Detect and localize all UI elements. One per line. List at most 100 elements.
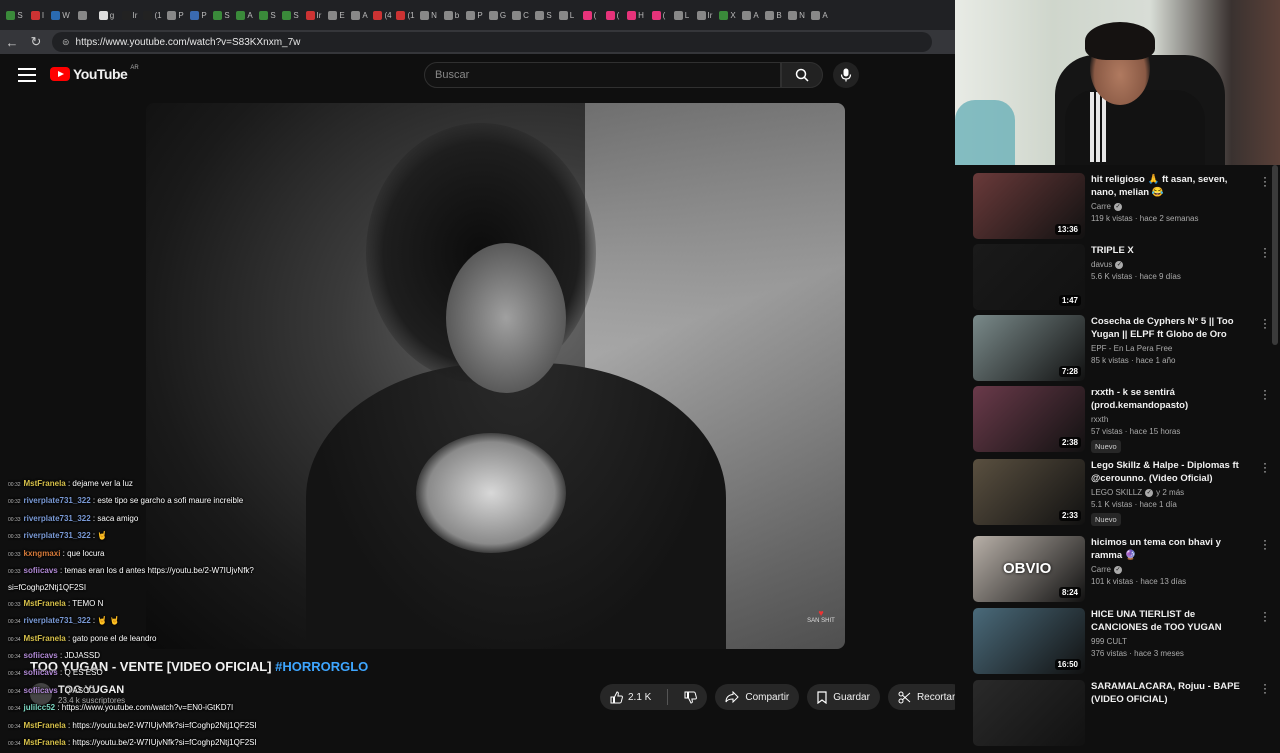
reload-button[interactable]: ↻ (24, 30, 48, 54)
browser-tab[interactable]: (4 (372, 3, 393, 27)
more-options-icon[interactable]: · · · (1260, 678, 1270, 698)
browser-tab[interactable]: L (556, 3, 577, 27)
url-field[interactable]: ⊜ https://www.youtube.com/watch?v=S83KXn… (52, 32, 932, 52)
address-bar-row: ← ↻ ⊜ https://www.youtube.com/watch?v=S8… (0, 30, 955, 54)
share-button[interactable]: Compartir (715, 684, 800, 710)
browser-tab[interactable]: S (211, 3, 232, 27)
recommended-title[interactable]: Cosecha de Cyphers N° 5 || Too Yugan || … (1091, 315, 1246, 341)
browser-tab[interactable]: A (809, 3, 830, 27)
browser-tab[interactable]: G (487, 3, 508, 27)
search-input[interactable]: Buscar (424, 62, 781, 88)
recommended-title[interactable]: TRIPLE X (1091, 244, 1246, 257)
tab-favicon-icon (443, 10, 453, 20)
recommended-title[interactable]: Lego Skillz & Halpe - Diplomas ft @cerou… (1091, 459, 1246, 485)
video-thumbnail[interactable]: 16:50 (973, 608, 1085, 674)
voice-search-button[interactable] (833, 62, 859, 88)
back-button[interactable]: ← (0, 30, 24, 54)
recommended-video[interactable]: 13:36 hit religioso 🙏 ft asan, seven, nan… (973, 171, 1273, 241)
recommended-channel[interactable]: EPF - En La Pera Free (1091, 344, 1246, 353)
more-options-icon[interactable]: · · · (1260, 171, 1270, 191)
recommended-video[interactable]: 16:50 HICE UNA TIERLIST de CANCIONES de T… (973, 606, 1273, 676)
browser-tab[interactable]: b (441, 3, 462, 27)
browser-tab[interactable]: S (533, 3, 554, 27)
logo-text: YouTube (73, 66, 128, 82)
browser-tab[interactable]: P (464, 3, 485, 27)
video-thumbnail[interactable]: 2:33 (973, 459, 1085, 525)
browser-tab[interactable]: ( (602, 3, 623, 27)
recommended-title[interactable]: hit religioso 🙏 ft asan, seven, nano, me… (1091, 173, 1246, 199)
youtube-logo[interactable]: YouTube AR (50, 65, 139, 82)
recommended-title[interactable]: HICE UNA TIERLIST de CANCIONES de TOO YU… (1091, 608, 1246, 634)
channel-name: LEGO SKILLZ (1091, 488, 1143, 497)
browser-tab[interactable]: (1 (142, 3, 163, 27)
tab-label: Ir (316, 10, 322, 20)
browser-tab[interactable]: E (326, 3, 347, 27)
more-options-icon[interactable]: · · · (1260, 457, 1270, 477)
search-button[interactable] (781, 62, 823, 88)
recommended-title[interactable]: hicimos un tema con bhavi y ramma 🔮 (1091, 536, 1246, 562)
chat-username: riverplate731_322 (23, 531, 91, 541)
browser-tab[interactable]: Ir (303, 3, 324, 27)
browser-tab[interactable]: X (717, 3, 738, 27)
more-options-icon[interactable]: · · · (1260, 242, 1270, 262)
browser-tab[interactable]: Ir (119, 3, 140, 27)
video-watermark: ♥ SAN SHIT (807, 607, 835, 624)
recommended-video[interactable]: SARAMALACARA, Rojuu - BAPE (VIDEO OFICIA… (973, 678, 1273, 748)
video-thumbnail[interactable]: 7:28 (973, 315, 1085, 381)
hamburger-menu-icon[interactable] (18, 66, 36, 84)
video-thumbnail[interactable] (973, 680, 1085, 746)
clip-button[interactable]: Recortar (887, 684, 966, 710)
browser-tab[interactable]: S (257, 3, 278, 27)
browser-tab[interactable]: I (27, 3, 48, 27)
video-thumbnail[interactable]: OBVIO 8:24 (973, 536, 1085, 602)
browser-tab[interactable]: A (740, 3, 761, 27)
recommended-channel[interactable]: 999 CULT (1091, 637, 1246, 646)
browser-tab[interactable]: W (50, 3, 71, 27)
save-button[interactable]: Guardar (807, 684, 880, 710)
more-options-icon[interactable]: · · · (1260, 606, 1270, 626)
recommended-title[interactable]: SARAMALACARA, Rojuu - BAPE (VIDEO OFICIA… (1091, 680, 1246, 706)
browser-tab[interactable]: g (96, 3, 117, 27)
more-options-icon[interactable]: · · · (1260, 534, 1270, 554)
browser-tab[interactable]: N (418, 3, 439, 27)
browser-tab[interactable]: P (188, 3, 209, 27)
like-button[interactable]: 2.1 K (600, 684, 661, 710)
recommended-channel[interactable]: davus ✓ (1091, 260, 1246, 269)
recommended-title[interactable]: rxxth - k se sentirá (prod.kemandopasto) (1091, 386, 1246, 412)
view-count-and-date: 5.6 K vistas · hace 9 días (1091, 272, 1181, 281)
recommended-channel[interactable]: rxxth (1091, 415, 1246, 424)
recommended-channel[interactable]: Carre ✓ (1091, 202, 1246, 211)
video-thumbnail[interactable]: 13:36 (973, 173, 1085, 239)
video-thumbnail[interactable]: 2:38 (973, 386, 1085, 452)
browser-tab[interactable]: P (165, 3, 186, 27)
browser-tab-strip: S I Wg Ir (1 P P S A S S Ir E A (4 (1 Nb P G C S L ((H (L Ir X A B N… (0, 0, 955, 30)
recommended-video[interactable]: 1:47 TRIPLE X davus ✓ 5.6 K vistas · hace 9 … (973, 242, 1273, 312)
browser-tab[interactable]: H (625, 3, 646, 27)
dislike-button[interactable] (674, 684, 707, 710)
browser-tab[interactable]: Ir (694, 3, 715, 27)
browser-tab[interactable]: A (349, 3, 370, 27)
recommended-channel[interactable]: LEGO SKILLZ ✓ y 2 más (1091, 488, 1246, 497)
more-options-icon[interactable]: · · · (1260, 384, 1270, 404)
browser-tab[interactable] (73, 3, 94, 27)
browser-tab[interactable]: S (280, 3, 301, 27)
browser-tab[interactable]: (1 (395, 3, 416, 27)
video-info: rxxth - k se sentirá (prod.kemandopasto)… (1091, 384, 1267, 454)
recommended-video[interactable]: OBVIO 8:24 hicimos un tema con bhavi y ram… (973, 534, 1273, 604)
browser-tab[interactable]: A (234, 3, 255, 27)
chat-timestamp: 00:34 (8, 723, 21, 730)
browser-tab[interactable]: S (4, 3, 25, 27)
recommended-video[interactable]: 2:33 Lego Skillz & Halpe - Diplomas ft @c… (973, 457, 1273, 527)
more-options-icon[interactable]: · · · (1260, 313, 1270, 333)
tab-favicon-icon (605, 10, 615, 20)
browser-tab[interactable]: ( (579, 3, 600, 27)
browser-tab[interactable]: N (786, 3, 807, 27)
recommended-channel[interactable]: Carre ✓ (1091, 565, 1246, 574)
browser-tab[interactable]: ( (648, 3, 669, 27)
recommended-video[interactable]: 7:28 Cosecha de Cyphers N° 5 || Too Yugan… (973, 313, 1273, 383)
browser-tab[interactable]: L (671, 3, 692, 27)
recommended-video[interactable]: 2:38 rxxth - k se sentirá (prod.kemandopa… (973, 384, 1273, 454)
video-thumbnail[interactable]: 1:47 (973, 244, 1085, 310)
browser-tab[interactable]: B (763, 3, 784, 27)
browser-tab[interactable]: C (510, 3, 531, 27)
